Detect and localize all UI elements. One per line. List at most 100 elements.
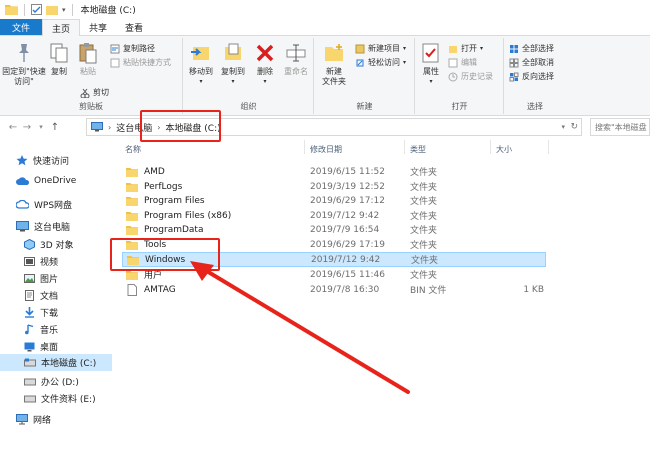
- folder-icon: [5, 5, 18, 15]
- history-button[interactable]: 历史记录: [448, 71, 493, 82]
- copy-to-button[interactable]: 复制到 ▾: [218, 42, 248, 87]
- copy-to-label: 复制到: [221, 67, 245, 76]
- navigation-bar: ← → ▾ ↑ › 这台电脑 › 本地磁盘 (C:) ▾ ↻ 搜索"本地磁盘 (…: [0, 116, 650, 138]
- nav-item-network[interactable]: 网络: [16, 413, 51, 426]
- delete-button[interactable]: 删除 ▾: [252, 42, 278, 87]
- nav-item-desktop[interactable]: 桌面: [24, 340, 58, 353]
- invert-selection-button[interactable]: 反向选择: [509, 71, 554, 82]
- cut-button[interactable]: 剪切: [80, 87, 109, 98]
- column-header-date[interactable]: 修改日期: [310, 144, 342, 155]
- nav-item-documents[interactable]: 文档: [24, 289, 58, 302]
- copy-button[interactable]: 复制: [46, 42, 72, 77]
- select-all-button[interactable]: 全部选择: [509, 43, 554, 54]
- recent-locations-chevron-icon[interactable]: ▾: [34, 123, 48, 131]
- new-group-label: 新建: [356, 102, 373, 111]
- file-name: ProgramData: [144, 224, 204, 235]
- file-name: Program Files (x86): [144, 210, 232, 221]
- wps-cloud-icon: [16, 200, 29, 209]
- nav-item-quick-access[interactable]: 快速访问: [16, 154, 69, 167]
- folder-icon: [126, 211, 138, 221]
- file-row[interactable]: ProgramData 2019/7/9 16:54 文件夹: [122, 222, 546, 237]
- download-icon: [25, 307, 34, 318]
- tab-home[interactable]: 主页: [42, 19, 81, 36]
- open-button[interactable]: 打开 ▾: [448, 43, 483, 54]
- file-name: PerfLogs: [144, 181, 183, 192]
- select-none-button[interactable]: 全部取消: [509, 57, 554, 68]
- new-group: 新建 文件夹 新建项目 ▾ 轻松访问 ▾ 新建: [315, 38, 415, 114]
- nav-item-drive-e[interactable]: 文件资料 (E:): [24, 392, 96, 405]
- paste-shortcut-button[interactable]: 粘贴快捷方式: [110, 57, 171, 68]
- nav-item-label: 下载: [40, 309, 59, 319]
- nav-item-3d-objects[interactable]: 3D 对象: [24, 238, 74, 251]
- new-folder-icon[interactable]: [46, 4, 58, 15]
- select-group-label: 选择: [527, 102, 543, 111]
- back-arrow-icon[interactable]: ←: [6, 122, 20, 133]
- invert-selection-icon: [509, 72, 519, 81]
- rename-button[interactable]: 重命名: [280, 42, 312, 77]
- open-group: 属性 ▾ 打开 ▾ 编辑 历史记录 打开: [416, 38, 504, 114]
- breadcrumb-highlight-box: [140, 110, 221, 142]
- chevron-down-icon[interactable]: ▾: [62, 6, 66, 14]
- column-divider[interactable]: [490, 140, 491, 154]
- address-dropdown-chevron-icon[interactable]: ▾: [561, 123, 565, 131]
- history-icon: [448, 72, 458, 81]
- select-none-label: 全部取消: [522, 58, 554, 67]
- forward-arrow-icon[interactable]: →: [20, 122, 34, 133]
- nav-item-downloads[interactable]: 下载: [24, 306, 58, 319]
- edit-button[interactable]: 编辑: [448, 57, 477, 68]
- paste-button[interactable]: 粘贴: [76, 42, 100, 77]
- chevron-down-icon: ▾: [403, 59, 407, 66]
- refresh-icon[interactable]: ↻: [570, 122, 578, 132]
- file-date: 2019/3/19 12:52: [310, 181, 385, 192]
- search-input[interactable]: 搜索"本地磁盘 (C:)": [590, 118, 650, 136]
- properties-check-icon[interactable]: [31, 4, 42, 15]
- easy-access-icon: [356, 59, 364, 66]
- properties-button[interactable]: 属性 ▾: [418, 42, 444, 87]
- nav-item-local-disk-c[interactable]: 本地磁盘 (C:): [0, 354, 112, 371]
- column-divider[interactable]: [304, 140, 305, 154]
- copy-path-icon: [110, 44, 120, 53]
- column-header-name[interactable]: 名称: [125, 144, 141, 155]
- copy-to-icon: [225, 43, 241, 60]
- tab-share[interactable]: 共享: [80, 19, 116, 35]
- nav-item-label: 3D 对象: [40, 241, 74, 251]
- nav-item-this-pc[interactable]: 这台电脑: [16, 220, 70, 233]
- file-date: 2019/7/8 16:30: [310, 284, 380, 295]
- nav-item-music[interactable]: 音乐: [24, 323, 58, 336]
- column-divider[interactable]: [404, 140, 405, 154]
- file-row[interactable]: PerfLogs 2019/3/19 12:52 文件夹: [122, 179, 546, 194]
- move-to-label: 移动到: [189, 67, 213, 76]
- move-to-button[interactable]: 移动到 ▾: [186, 42, 216, 87]
- file-row[interactable]: Program Files 2019/6/29 17:12 文件夹: [122, 193, 546, 208]
- folder-icon: [126, 167, 138, 177]
- open-icon: [449, 45, 457, 53]
- pin-label: 固定到"快速访问": [2, 67, 46, 86]
- new-item-button[interactable]: 新建项目 ▾: [355, 43, 406, 54]
- file-row[interactable]: AMTAG 2019/7/8 16:30 BIN 文件 1 KB: [122, 282, 546, 297]
- file-row[interactable]: Program Files (x86) 2019/7/12 9:42 文件夹: [122, 208, 546, 223]
- new-folder-icon: [325, 44, 343, 61]
- nav-item-label: OneDrive: [34, 176, 77, 186]
- column-header-size[interactable]: 大小: [496, 144, 512, 155]
- pin-quick-access-button[interactable]: 固定到"快速访问": [2, 42, 46, 87]
- easy-access-button[interactable]: 轻松访问 ▾: [355, 57, 406, 68]
- nav-item-wps-cloud[interactable]: WPS网盘: [16, 198, 72, 211]
- new-folder-button[interactable]: 新建 文件夹: [317, 42, 351, 87]
- copy-icon: [50, 43, 68, 63]
- file-type: 文件夹: [411, 256, 439, 266]
- nav-item-drive-d[interactable]: 办公 (D:): [24, 375, 79, 388]
- navigation-pane: 快速访问 OneDrive WPS网盘 这台电脑 3D 对象 视频 图片 文档 …: [0, 140, 112, 453]
- copy-path-button[interactable]: 复制路径: [110, 43, 155, 54]
- nav-item-label: 文档: [40, 292, 59, 302]
- file-row[interactable]: AMD 2019/6/15 11:52 文件夹: [122, 164, 546, 179]
- scissors-icon: [80, 88, 90, 98]
- column-divider[interactable]: [548, 140, 549, 154]
- nav-item-pictures[interactable]: 图片: [24, 272, 58, 285]
- up-arrow-icon[interactable]: ↑: [48, 122, 62, 133]
- nav-item-videos[interactable]: 视频: [24, 255, 58, 268]
- nav-item-onedrive[interactable]: OneDrive: [16, 176, 76, 186]
- tab-view[interactable]: 查看: [116, 19, 152, 35]
- organize-group: 移动到 ▾ 复制到 ▾ 删除 ▾ 重命名 组织: [184, 38, 314, 114]
- tab-file[interactable]: 文件: [0, 19, 43, 35]
- column-header-type[interactable]: 类型: [410, 144, 426, 155]
